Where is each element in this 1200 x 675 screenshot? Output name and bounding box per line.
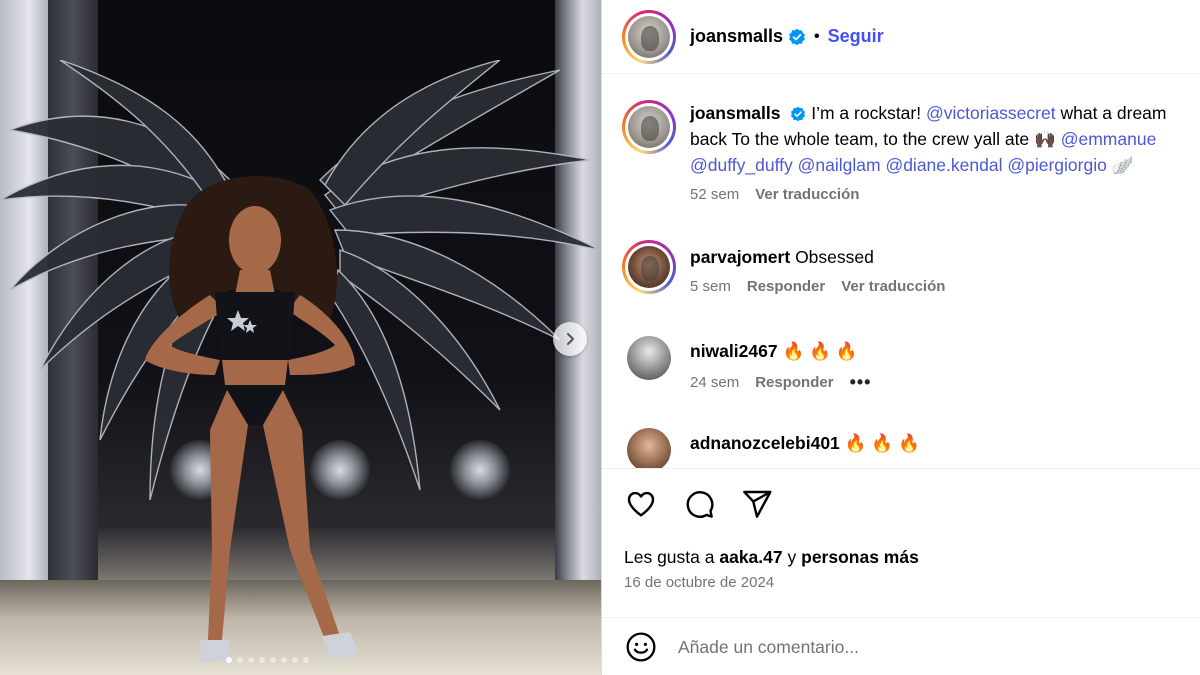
avatar[interactable] <box>622 100 676 154</box>
model-figure <box>145 176 360 662</box>
comment-item: parvajomert Obsessed 5 sem Responder Ver… <box>622 240 1200 295</box>
mention-link[interactable]: @duffy_duffy <box>690 155 793 175</box>
avatar[interactable] <box>627 336 671 380</box>
caption-line-2: back To the whole team, to the crew yall… <box>690 126 1167 152</box>
share-button[interactable] <box>740 487 774 521</box>
heart-icon <box>627 491 655 517</box>
caption-text: what a dream <box>1060 103 1167 123</box>
emoji-button[interactable] <box>624 630 658 664</box>
mention-link[interactable]: @piergiorgio <box>1007 155 1106 175</box>
caption-line-3: @duffy_duffy @nailglam @diane.kendal @pi… <box>690 152 1167 178</box>
reply-button[interactable]: Responder <box>747 278 825 295</box>
comment-item: adnanozcelebi401 🔥 🔥 🔥 <box>622 428 1200 468</box>
caption-meta: 52 sem Ver traducción <box>690 186 1167 203</box>
carousel-dot <box>292 657 298 663</box>
mention-link[interactable]: @diane.kendal <box>885 155 1002 175</box>
share-icon <box>743 490 772 518</box>
timestamp[interactable]: 24 sem <box>690 374 739 391</box>
carousel-dot <box>226 657 232 663</box>
translate-button[interactable]: Ver traducción <box>841 278 945 295</box>
comment-text: 🔥 🔥 🔥 <box>844 433 920 453</box>
comment-username[interactable]: niwali2467 <box>690 341 778 361</box>
mention-link[interactable]: @nailglam <box>798 155 881 175</box>
comment-button[interactable] <box>682 487 716 521</box>
follow-button[interactable]: Seguir <box>828 26 884 47</box>
separator-dot: • <box>814 27 820 45</box>
liked-by-user[interactable]: aaka.47 <box>719 547 782 567</box>
mention-link[interactable]: @victoriassecret <box>926 103 1056 123</box>
carousel-next-button[interactable] <box>553 322 587 356</box>
emoji: 🙌🏿 <box>1034 129 1056 149</box>
carousel-dot <box>270 657 276 663</box>
avatar[interactable] <box>622 240 676 294</box>
likes-prefix: Les gusta a <box>624 547 715 567</box>
post-photo <box>0 0 601 675</box>
avatar[interactable] <box>627 428 671 468</box>
avatar[interactable] <box>622 9 676 64</box>
like-button[interactable] <box>624 487 658 521</box>
divider <box>602 617 1200 618</box>
header-username[interactable]: joansmalls <box>690 26 783 47</box>
add-comment-row <box>624 630 1158 664</box>
chevron-right-icon <box>567 333 574 345</box>
likes-count-link[interactable]: personas más <box>801 547 919 567</box>
comment-username[interactable]: parvajomert <box>690 247 790 267</box>
carousel-dot <box>259 657 265 663</box>
likes-conjunction: y <box>787 547 797 567</box>
divider <box>602 468 1200 469</box>
verified-badge-icon <box>788 28 806 46</box>
caption-text: I’m a rockstar! <box>811 103 922 123</box>
caption: joansmalls I’m a rockstar! @victoriassec… <box>622 100 1200 203</box>
more-icon[interactable]: ••• <box>850 372 872 393</box>
timestamp[interactable]: 52 sem <box>690 186 739 203</box>
carousel-dot <box>237 657 243 663</box>
carousel-dot <box>281 657 287 663</box>
comment-text: Obsessed <box>795 247 874 267</box>
comment-item: niwali2467 🔥 🔥 🔥 24 sem Responder ••• <box>622 336 1200 393</box>
instagram-post: joansmalls • Seguir joansmalls I’m a roc… <box>0 0 1200 675</box>
caption-line-1: joansmalls I’m a rockstar! @victoriassec… <box>690 100 1167 126</box>
caption-text: back To the whole team, to the crew yall… <box>690 129 1030 149</box>
timestamp[interactable]: 5 sem <box>690 278 731 295</box>
mention-link[interactable]: @emmanue <box>1061 129 1157 149</box>
reply-button[interactable]: Responder <box>755 374 833 391</box>
carousel-dot <box>303 657 309 663</box>
likes-summary: Les gusta a aaka.47 y personas más <box>624 547 919 568</box>
comment-username[interactable]: adnanozcelebi401 <box>690 433 840 453</box>
carousel-indicator <box>226 657 309 663</box>
post-side-panel: joansmalls • Seguir joansmalls I’m a roc… <box>601 0 1200 675</box>
comment-text: 🔥 🔥 🔥 <box>782 341 858 361</box>
post-header: joansmalls • Seguir <box>602 0 1200 74</box>
caption-username[interactable]: joansmalls <box>690 103 780 123</box>
action-icons <box>624 487 774 521</box>
comment-icon <box>686 491 714 518</box>
carousel-dot <box>248 657 254 663</box>
emoji-icon <box>626 632 656 662</box>
translate-button[interactable]: Ver traducción <box>755 186 859 203</box>
comments-list[interactable]: joansmalls I’m a rockstar! @victoriassec… <box>602 74 1200 468</box>
post-date[interactable]: 16 de octubre de 2024 <box>624 574 774 591</box>
comment-input[interactable] <box>678 636 1158 658</box>
verified-badge-icon <box>790 106 806 122</box>
emoji: 🪽 <box>1111 155 1134 175</box>
